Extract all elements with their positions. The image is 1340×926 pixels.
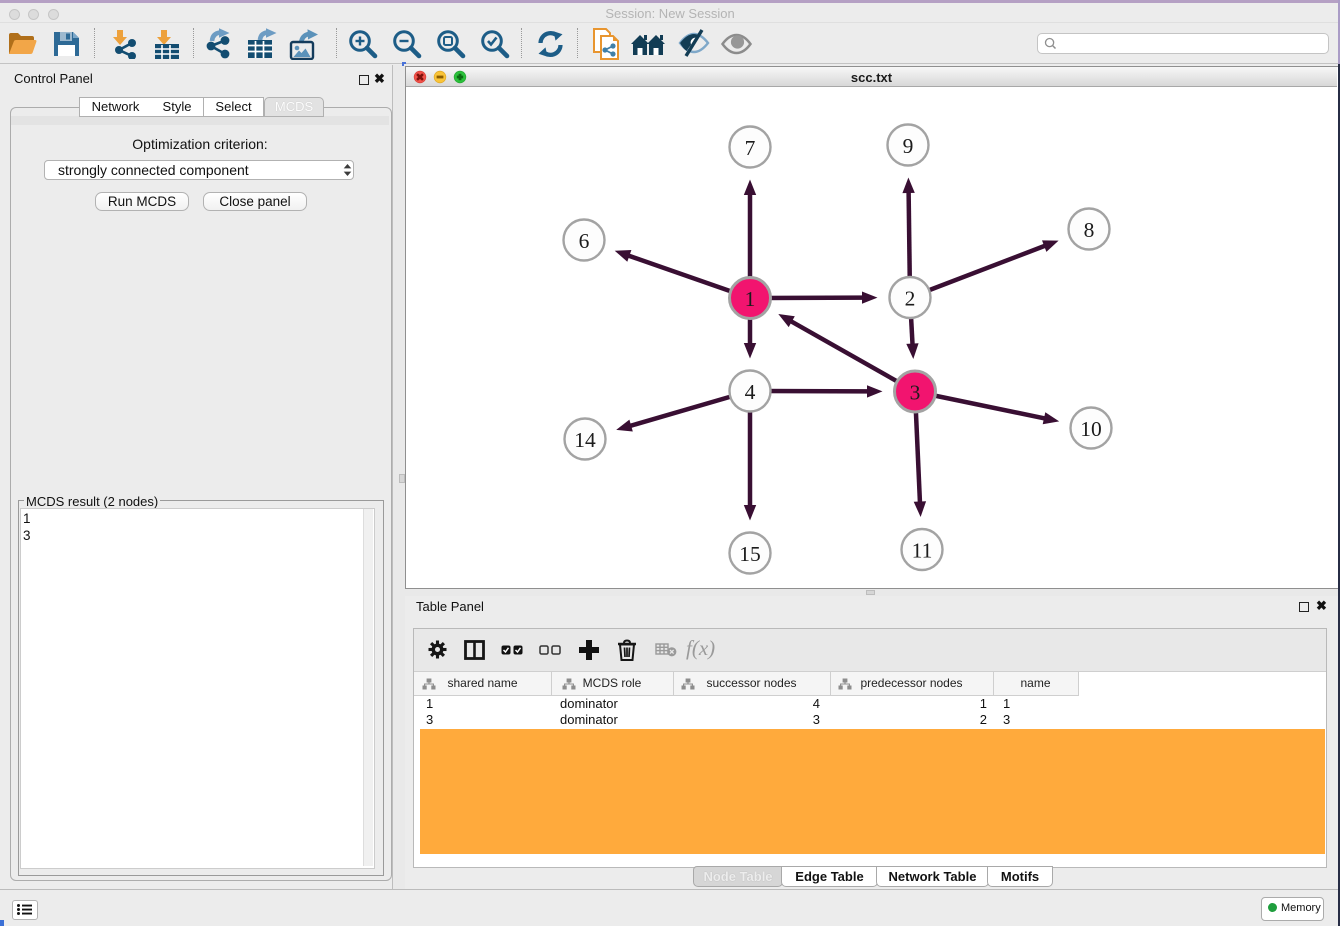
svg-text:14: 14 [574,428,596,452]
svg-text:7: 7 [745,136,756,160]
svg-text:6: 6 [579,229,590,253]
svg-text:10: 10 [1080,417,1102,441]
svg-text:11: 11 [912,539,933,563]
svg-text:15: 15 [739,542,761,566]
svg-text:8: 8 [1084,218,1095,242]
svg-text:9: 9 [903,134,914,158]
svg-text:3: 3 [910,381,921,405]
svg-text:1: 1 [745,287,756,311]
svg-text:4: 4 [745,380,756,404]
svg-text:2: 2 [905,287,916,311]
